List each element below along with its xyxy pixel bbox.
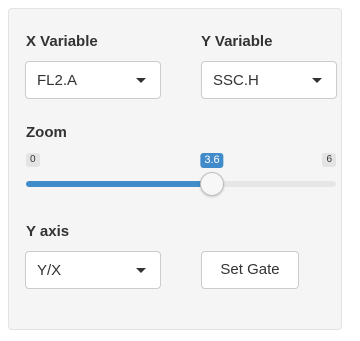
zoom-min-label: 0: [26, 153, 40, 167]
zoom-handle[interactable]: [200, 172, 224, 196]
y-variable-label: Y Variable: [201, 33, 273, 50]
zoom-fill: [26, 181, 212, 187]
chevron-down-icon: [136, 78, 146, 83]
y-axis-value: Y/X: [37, 262, 62, 279]
zoom-label: Zoom: [26, 124, 67, 141]
chevron-down-icon: [136, 268, 146, 273]
y-axis-select[interactable]: Y/X: [25, 251, 161, 289]
zoom-value-bubble: 3.6: [200, 153, 224, 168]
chevron-down-icon: [312, 78, 322, 83]
zoom-slider[interactable]: 0 6 3.6: [26, 149, 336, 201]
x-variable-label: X Variable: [26, 33, 98, 50]
set-gate-button[interactable]: Set Gate: [201, 251, 299, 289]
zoom-max-label: 6: [322, 153, 336, 167]
x-variable-select[interactable]: FL2.A: [25, 61, 161, 99]
y-variable-value: SSC.H: [213, 72, 259, 89]
x-variable-value: FL2.A: [37, 72, 78, 89]
y-axis-label: Y axis: [26, 223, 70, 240]
y-variable-select[interactable]: SSC.H: [201, 61, 337, 99]
